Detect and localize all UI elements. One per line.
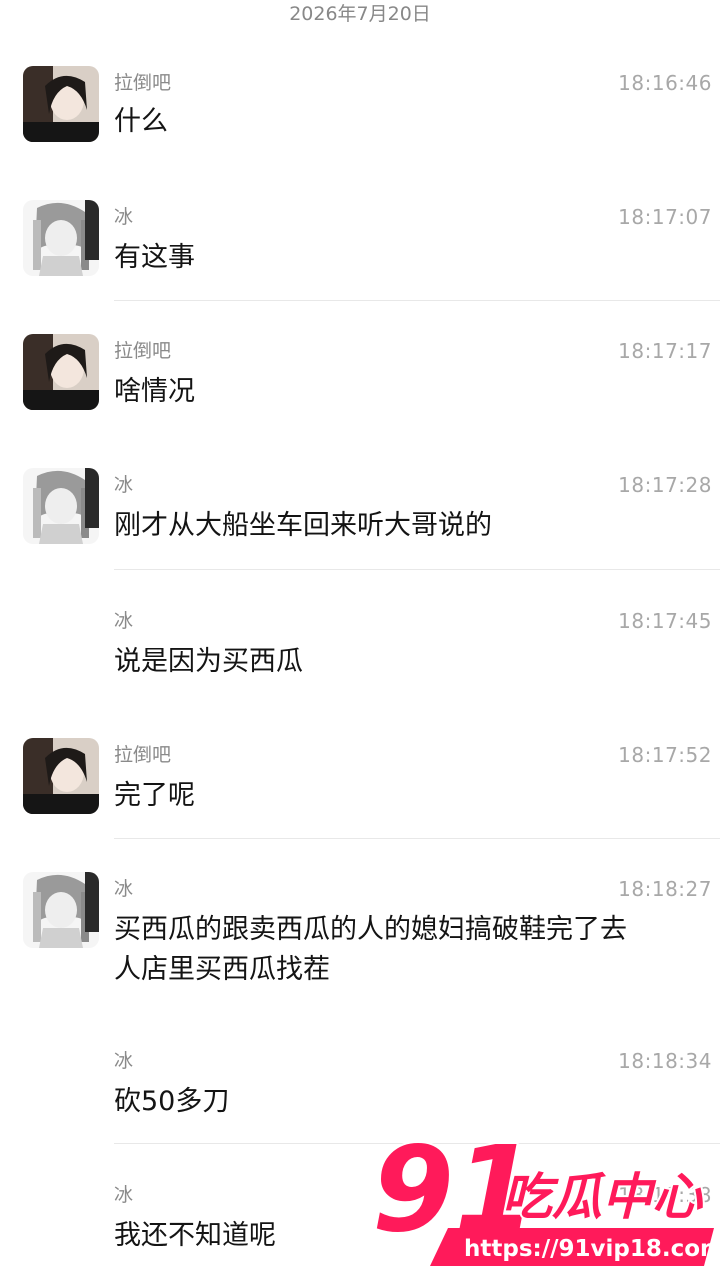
message-text-line: 买西瓜的跟卖西瓜的人的媳妇搞破鞋完了去: [114, 914, 627, 945]
date-header: 2026年7月20日: [289, 3, 431, 25]
message-text: 砍50多刀: [114, 1086, 230, 1117]
message-time: 18:17:28: [618, 473, 712, 497]
avatar-anime[interactable]: [23, 468, 99, 544]
message-row[interactable]: 冰 18:17:28 刚才从大船坐车回来听大哥说的: [0, 468, 720, 568]
message-time: 18:17:07: [618, 205, 712, 229]
message-time: 18:18:27: [618, 877, 712, 901]
message-time: 18:17:45: [618, 609, 712, 633]
divider: [114, 300, 720, 301]
message-text: 刚才从大船坐车回来听大哥说的: [114, 510, 492, 541]
message-time: 18:18:34: [618, 1049, 712, 1073]
sender-name: 拉倒吧: [114, 72, 172, 94]
sender-name: 拉倒吧: [114, 744, 172, 766]
message-text: 完了呢: [114, 780, 195, 811]
message-time: 18:17:52: [618, 743, 712, 767]
watermark-logo: 91 吃瓜中心 https://91vip18.com: [370, 1128, 720, 1266]
message-row[interactable]: 拉倒吧 18:17:52 完了呢: [0, 738, 720, 838]
message-row[interactable]: 拉倒吧 18:17:17 啥情况: [0, 334, 720, 434]
sender-name: 拉倒吧: [114, 340, 172, 362]
message-text: 说是因为买西瓜: [114, 646, 303, 677]
message-text: 有这事: [114, 242, 195, 273]
message-row[interactable]: 冰 18:18:27 买西瓜的跟卖西瓜的人的媳妇搞破鞋完了去 人店里买西瓜找茬: [0, 872, 720, 1002]
message-text: 什么: [114, 106, 168, 137]
sender-name: 冰: [114, 1050, 134, 1072]
message-row[interactable]: 拉倒吧 18:16:46 什么: [0, 66, 720, 186]
message-time: 18:17:17: [618, 339, 712, 363]
message-row[interactable]: 冰 18:17:45 说是因为买西瓜: [0, 604, 720, 694]
sender-name: 冰: [114, 878, 134, 900]
avatar-anime[interactable]: [23, 872, 99, 948]
message-row[interactable]: 冰 18:17:07 有这事: [0, 200, 720, 300]
sender-name: 冰: [114, 1184, 134, 1206]
message-row[interactable]: 冰 18:18:34 砍50多刀: [0, 1044, 720, 1134]
avatar-girl[interactable]: [23, 334, 99, 410]
divider: [114, 569, 720, 570]
avatar-girl[interactable]: [23, 66, 99, 142]
sender-name: 冰: [114, 206, 134, 228]
sender-name: 冰: [114, 474, 134, 496]
avatar-anime[interactable]: [23, 200, 99, 276]
message-text: 啥情况: [114, 376, 195, 407]
watermark-url: https://91vip18.com: [464, 1236, 720, 1262]
watermark-title: 吃瓜中心: [502, 1168, 704, 1226]
message-text-line: 人店里买西瓜找茬: [114, 954, 330, 985]
divider: [114, 838, 720, 839]
message-time: 18:16:46: [618, 71, 712, 95]
avatar-girl[interactable]: [23, 738, 99, 814]
sender-name: 冰: [114, 610, 134, 632]
